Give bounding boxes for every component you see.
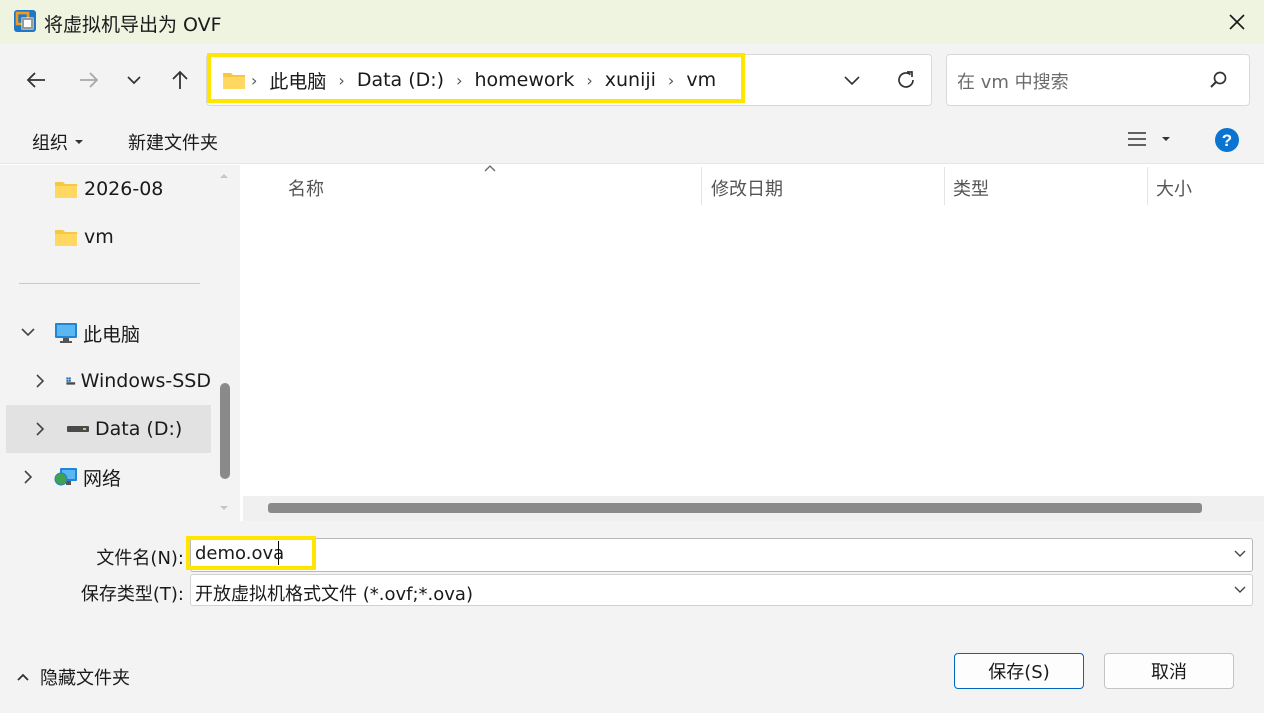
chevron-down-icon — [1234, 550, 1246, 557]
folder-icon — [222, 70, 246, 90]
sidebar-item-data-drive[interactable]: Data (D:) — [66, 405, 182, 453]
filename-field[interactable] — [190, 538, 1253, 572]
sidebar-item-label: 网络 — [83, 467, 122, 490]
sidebar-item-label: vm — [84, 226, 114, 248]
cancel-button[interactable]: 取消 — [1104, 653, 1234, 689]
caret-down-icon — [75, 140, 83, 144]
chevron-up-icon — [17, 673, 29, 681]
breadcrumb-item[interactable]: vm — [686, 69, 716, 91]
folder-icon — [55, 182, 77, 198]
sidebar-item-network[interactable]: 网络 — [54, 453, 121, 501]
view-options-button[interactable] — [1127, 130, 1171, 148]
sidebar-item-vm[interactable]: vm — [54, 213, 114, 261]
filename-value: demo.ova — [195, 543, 285, 564]
forward-button[interactable] — [71, 62, 107, 98]
filename-dropdown-button[interactable] — [1233, 548, 1247, 560]
breadcrumb-item[interactable]: xuniji — [605, 69, 656, 91]
chevron-right-icon: › — [586, 70, 593, 90]
chevron-right-icon — [36, 422, 45, 436]
drive-icon — [67, 426, 89, 432]
sidebar-scrollbar-thumb[interactable] — [220, 383, 230, 479]
filename-label: 文件名(N): — [96, 548, 184, 569]
breadcrumb: › 此电脑 › Data (D:) › homework › xuniji › … — [222, 66, 725, 94]
sort-ascending-icon — [484, 164, 496, 172]
sidebar-item-2026-08[interactable]: 2026-08 — [54, 165, 163, 213]
arrow-left-icon — [26, 72, 45, 88]
column-divider[interactable] — [701, 167, 702, 205]
window-title: 将虚拟机导出为 OVF — [44, 14, 222, 36]
expand-network-toggle[interactable] — [20, 469, 36, 485]
chevron-down-icon — [1234, 586, 1246, 593]
expand-this-pc-toggle[interactable] — [20, 324, 36, 340]
filetype-label: 保存类型(T): — [80, 584, 184, 605]
help-button[interactable]: ? — [1214, 127, 1240, 153]
close-button[interactable] — [1218, 6, 1256, 38]
breadcrumb-item[interactable]: homework — [475, 69, 575, 91]
sidebar-item-this-pc[interactable]: 此电脑 — [54, 309, 140, 357]
column-divider[interactable] — [1147, 167, 1148, 205]
close-icon — [1229, 14, 1245, 30]
address-dropdown-button[interactable] — [834, 62, 870, 98]
text-caret — [278, 541, 279, 565]
column-header-size[interactable]: 大小 — [1156, 175, 1192, 201]
windows-drive-icon — [66, 377, 76, 385]
sidebar-item-label: 2026-08 — [84, 178, 164, 200]
hide-folders-label: 隐藏文件夹 — [40, 668, 130, 689]
sidebar-item-label: Data (D:) — [95, 418, 183, 440]
filetype-dropdown-button[interactable] — [1233, 584, 1247, 596]
organize-label: 组织 — [32, 133, 68, 154]
help-icon: ? — [1215, 128, 1239, 152]
network-icon — [54, 468, 77, 486]
column-header-type[interactable]: 类型 — [953, 175, 989, 201]
chevron-down-icon — [21, 328, 35, 337]
up-button[interactable] — [162, 62, 198, 98]
breadcrumb-item[interactable]: 此电脑 — [269, 67, 326, 94]
sidebar-divider — [19, 283, 200, 284]
column-divider[interactable] — [944, 167, 945, 205]
file-list[interactable] — [241, 165, 1264, 521]
refresh-icon — [898, 71, 914, 88]
search-placeholder: 在 vm 中搜索 — [957, 72, 1069, 93]
chevron-right-icon — [24, 470, 33, 484]
chevron-right-icon: › — [338, 70, 345, 90]
sidebar-item-label: Windows-SSD — [80, 370, 211, 392]
search-icon[interactable] — [1209, 70, 1229, 90]
organize-button[interactable]: 组织 — [32, 129, 84, 155]
folder-icon — [55, 230, 77, 246]
column-header-name[interactable]: 名称 — [288, 175, 324, 201]
horizontal-scrollbar-thumb[interactable] — [268, 503, 1202, 513]
monitor-icon — [55, 323, 77, 343]
arrow-up-icon — [172, 70, 188, 89]
save-button[interactable]: 保存(S) — [954, 653, 1084, 689]
scroll-up-icon[interactable] — [219, 172, 229, 180]
expand-data-drive-toggle[interactable] — [32, 421, 48, 437]
chevron-down-icon — [127, 76, 141, 85]
list-view-icon — [1128, 132, 1146, 146]
new-folder-button[interactable]: 新建文件夹 — [128, 129, 218, 155]
svg-text:?: ? — [1222, 131, 1232, 150]
back-button[interactable] — [18, 62, 54, 98]
recent-locations-button[interactable] — [116, 62, 152, 98]
arrow-right-icon — [80, 72, 99, 88]
chevron-right-icon — [36, 374, 45, 388]
sidebar-item-label: 此电脑 — [83, 323, 141, 346]
chevron-down-icon — [844, 76, 860, 86]
filetype-value: 开放虚拟机格式文件 (*.ovf;*.ova) — [195, 584, 473, 605]
caret-down-icon — [1162, 137, 1170, 141]
sidebar-item-windows-ssd[interactable]: Windows-SSD — [66, 357, 211, 405]
expand-windows-ssd-toggle[interactable] — [32, 373, 48, 389]
refresh-button[interactable] — [888, 62, 924, 98]
breadcrumb-item[interactable]: Data (D:) — [357, 69, 444, 91]
column-header-date[interactable]: 修改日期 — [711, 175, 783, 201]
chevron-right-icon: › — [251, 70, 258, 90]
scroll-down-icon[interactable] — [219, 504, 229, 512]
chevron-right-icon: › — [456, 70, 463, 90]
vmware-app-icon — [13, 9, 37, 33]
chevron-right-icon: › — [667, 70, 675, 90]
hide-folders-button[interactable]: 隐藏文件夹 — [16, 664, 130, 690]
